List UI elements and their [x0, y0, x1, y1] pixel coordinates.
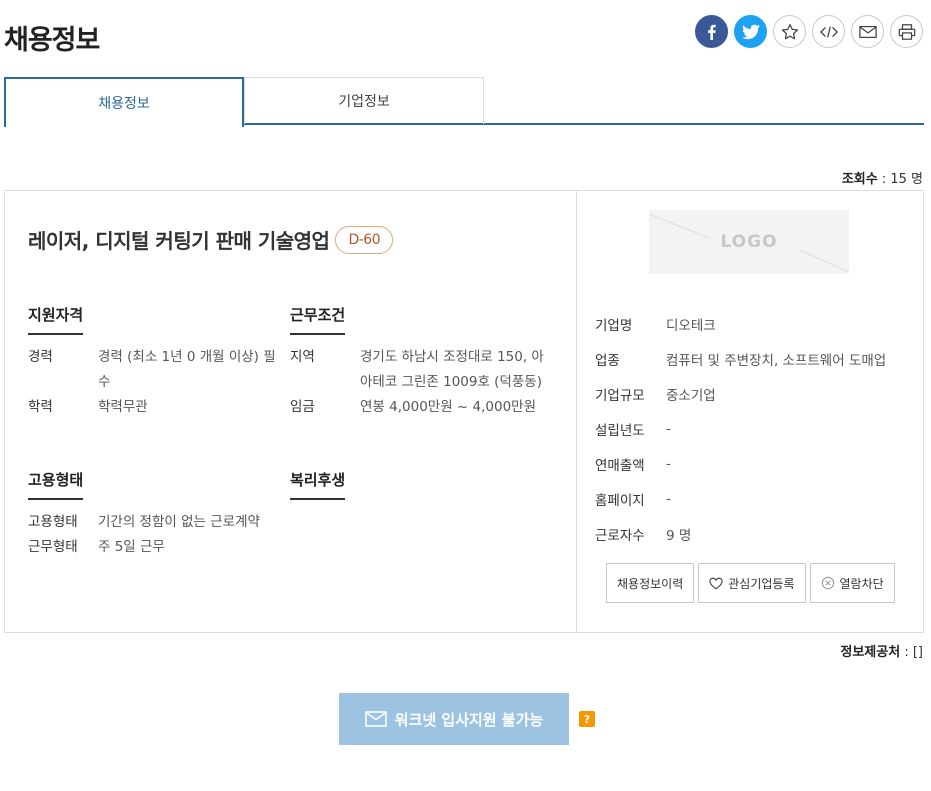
- twitter-icon: [741, 24, 760, 39]
- qualification-row: 경력 경력 (최소 1년 0 개월 이상) 필수: [28, 345, 288, 395]
- facebook-share-button[interactable]: [695, 15, 728, 48]
- row-value: 디오테크: [666, 317, 716, 334]
- favorite-company-button[interactable]: 관심기업등록: [698, 563, 806, 603]
- employment-section: 고용형태 고용형태 기간의 정함이 없는 근로계약 근무형태 주 5일 근무: [28, 469, 288, 560]
- row-label: 학력: [28, 399, 53, 415]
- job-history-label: 채용정보이력: [617, 576, 684, 591]
- close-circle-icon: [821, 576, 834, 590]
- company-row: 근로자수 9 명: [595, 516, 886, 551]
- dday-badge: D-60: [335, 225, 394, 254]
- row-value: -: [666, 490, 671, 507]
- favorite-company-label: 관심기업등록: [728, 576, 795, 591]
- logo-placeholder-text: LOGO: [720, 232, 778, 252]
- company-row: 기업명 디오테크: [595, 306, 886, 341]
- job-card: 레이저, 디지털 커팅기 판매 기술영업 D-60 지원자격 경력 경력 (최소…: [4, 190, 924, 633]
- row-value: -: [666, 420, 671, 437]
- view-count: 조회수 : 15 명: [842, 168, 923, 187]
- heart-icon: [709, 577, 723, 589]
- row-value: 경기도 하남시 조정대로 150, 아아테코 그린존 1009호 (덕풍동): [360, 349, 544, 390]
- row-label: 연매출액: [595, 457, 645, 474]
- apply-button[interactable]: 워크넷 입사지원 불가능: [339, 693, 569, 745]
- row-value: 연봉 4,000만원 ~ 4,000만원: [360, 399, 537, 415]
- row-label: 경력: [28, 349, 53, 365]
- job-title-row: 레이저, 디지털 커팅기 판매 기술영업 D-60: [28, 225, 394, 254]
- company-row: 기업규모 중소기업: [595, 376, 886, 411]
- share-toolbar: [695, 15, 923, 48]
- condition-row: 지역 경기도 하남시 조정대로 150, 아아테코 그린존 1009호 (덕풍동…: [290, 345, 555, 395]
- row-value: 학력무관: [98, 399, 148, 415]
- welfare-heading: 복리후생: [290, 469, 346, 500]
- row-label: 기업규모: [595, 387, 645, 404]
- conditions-heading: 근무조건: [290, 304, 346, 335]
- print-icon: [898, 23, 915, 40]
- block-view-label: 열람차단: [839, 576, 884, 591]
- row-value: 주 5일 근무: [98, 539, 165, 555]
- job-title: 레이저, 디지털 커팅기 판매 기술영업: [28, 229, 330, 253]
- qualifications-section: 지원자격 경력 경력 (최소 1년 0 개월 이상) 필수 학력 학력무관: [28, 304, 288, 420]
- mail-icon: [364, 711, 387, 727]
- row-value: 중소기업: [666, 387, 716, 404]
- page-title: 채용정보: [4, 25, 100, 56]
- welfare-section: 복리후생: [290, 469, 346, 500]
- employment-row: 근무형태 주 5일 근무: [28, 535, 288, 560]
- row-value: -: [666, 455, 671, 472]
- info-provider-label: 정보제공처: [840, 645, 901, 660]
- view-count-value: : 15 명: [881, 172, 923, 187]
- row-label: 지역: [290, 349, 315, 365]
- apply-button-label: 워크넷 입사지원 불가능: [394, 710, 544, 729]
- row-label: 홈페이지: [595, 492, 645, 509]
- mail-share-button[interactable]: [851, 15, 884, 48]
- conditions-section: 근무조건 지역 경기도 하남시 조정대로 150, 아아테코 그린존 1009호…: [290, 304, 555, 420]
- star-icon: [781, 23, 798, 39]
- employment-row: 고용형태 기간의 정함이 없는 근로계약: [28, 510, 288, 535]
- tab-job-info[interactable]: 채용정보: [4, 77, 244, 127]
- mail-icon: [858, 25, 877, 38]
- company-row: 업종 컴퓨터 및 주변장치, 소프트웨어 도매업: [595, 341, 886, 376]
- print-button[interactable]: [890, 15, 923, 48]
- company-actions: 채용정보이력 관심기업등록 열람차단: [606, 563, 895, 603]
- company-row: 홈페이지 -: [595, 481, 886, 516]
- embed-code-icon: [819, 25, 838, 38]
- job-history-button[interactable]: 채용정보이력: [606, 563, 695, 603]
- row-value: 9 명: [666, 527, 692, 544]
- row-label: 기업명: [595, 317, 633, 334]
- qualifications-heading: 지원자격: [28, 304, 84, 335]
- company-row: 연매출액 -: [595, 446, 886, 481]
- tab-company-info[interactable]: 기업정보: [244, 77, 484, 124]
- tab-bar: 채용정보 기업정보: [4, 77, 924, 127]
- row-label: 설립년도: [595, 422, 645, 439]
- row-value: 경력 (최소 1년 0 개월 이상) 필수: [98, 349, 276, 390]
- facebook-icon: [707, 24, 716, 40]
- company-info: 기업명 디오테크 업종 컴퓨터 및 주변장치, 소프트웨어 도매업 기업규모 중소기업…: [595, 306, 886, 551]
- row-label: 임금: [290, 399, 315, 415]
- company-logo: LOGO: [649, 210, 849, 274]
- row-label: 근로자수: [595, 527, 645, 544]
- info-provider: 정보제공처 : []: [840, 641, 923, 660]
- card-divider: [576, 191, 577, 632]
- row-value: 컴퓨터 및 주변장치, 소프트웨어 도매업: [666, 352, 887, 369]
- row-value: 기간의 정함이 없는 근로계약: [98, 514, 260, 530]
- help-icon[interactable]: ?: [579, 711, 595, 727]
- embed-code-button[interactable]: [812, 15, 845, 48]
- row-label: 근무형태: [28, 539, 78, 555]
- info-provider-value: : []: [904, 645, 923, 660]
- twitter-share-button[interactable]: [734, 15, 767, 48]
- condition-row: 임금 연봉 4,000만원 ~ 4,000만원: [290, 395, 555, 420]
- view-count-label: 조회수: [841, 172, 878, 187]
- qualification-row: 학력 학력무관: [28, 395, 288, 420]
- bookmark-button[interactable]: [773, 15, 806, 48]
- employment-heading: 고용형태: [28, 469, 84, 500]
- row-label: 업종: [595, 352, 620, 369]
- row-label: 고용형태: [28, 514, 78, 530]
- block-view-button[interactable]: 열람차단: [809, 563, 895, 603]
- company-row: 설립년도 -: [595, 411, 886, 446]
